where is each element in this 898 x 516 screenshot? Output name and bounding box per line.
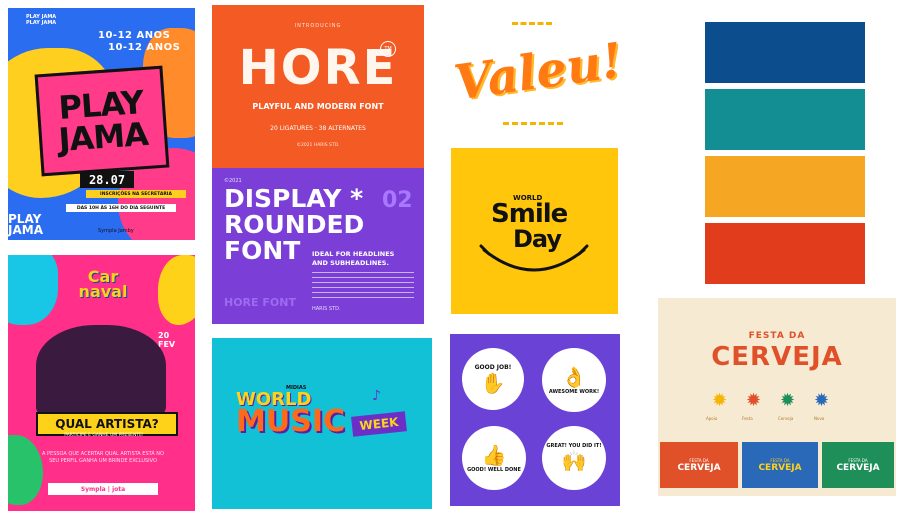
- smile-curve-icon: [479, 244, 589, 272]
- valeu-word: Valeu!: [450, 32, 618, 112]
- leaf-yellow: [158, 255, 195, 325]
- thumbs-up-icon: 👍: [481, 443, 507, 467]
- valeu-lettering[interactable]: Valeu!: [448, 14, 618, 134]
- carnaval-sub: PARTICIPE E GANHE UM PRESENTE!: [64, 433, 144, 438]
- hands-icon: ✋: [480, 370, 506, 395]
- badge-label-0: Apoio: [706, 416, 718, 421]
- badge-label-1: Festa: [742, 416, 753, 421]
- display-title-3: FONT: [224, 236, 301, 265]
- cerveja-branding[interactable]: FESTA DA CERVEJA ✹ ✹ ✹ ✹ Apoio Festa Cer…: [658, 298, 896, 496]
- swatch-yellow: [705, 156, 865, 217]
- carnaval-desc: A PESSOA QUE ACERTAR QUAL ARTISTA ESTÁ N…: [42, 451, 164, 464]
- tm-mark: TM: [380, 41, 396, 57]
- display-title-1: DISPLAY *: [224, 184, 364, 213]
- carnaval-date: 20 FEV: [158, 331, 176, 349]
- sticker-awesome[interactable]: 👌 AWESOME WORK!: [542, 348, 606, 412]
- age-line-1: 10-12 ANOS: [98, 30, 171, 41]
- sticker-good-job[interactable]: GOOD JOB! ✋: [462, 348, 524, 410]
- cerveja-festa: FESTA DA: [748, 331, 806, 341]
- badge-blue-icon: ✹: [814, 390, 830, 411]
- display-author: HARIS STD.: [312, 306, 341, 312]
- title-jama: JAMA: [57, 114, 149, 160]
- footer-logos: Sympla Jamby: [98, 228, 134, 234]
- artist-silhouette: [36, 325, 166, 415]
- music-week-poster[interactable]: MIDIAS WORLD MUSIC WEEK ♪: [212, 338, 432, 509]
- display-title-2: ROUNDED: [224, 210, 365, 239]
- display-desc-1: IDEAL FOR HEADLINES: [312, 250, 395, 258]
- date-box: 28.07: [80, 171, 134, 188]
- badge-labels: Apoio Festa Cerveja Nova: [702, 416, 862, 426]
- display-body-lines: [312, 272, 414, 298]
- badge-label-2: Cerveja: [778, 416, 794, 421]
- hore-copyright: ©2021 HARIS STD.: [296, 143, 340, 148]
- mini-card-green: FESTA DA CERVEJA: [822, 442, 894, 488]
- badge-green-icon: ✹: [780, 390, 796, 411]
- display-desc-2: AND SUBHEADLINES.: [312, 259, 389, 267]
- hore-font-poster[interactable]: INTRODUCING HORE TM PLAYFUL AND MODERN F…: [212, 5, 424, 168]
- display-font-poster[interactable]: ©2021 DISPLAY * ROUNDED FONT 02 IDEAL FO…: [212, 168, 424, 324]
- sticker-great[interactable]: GREAT! YOU DID IT! 🙌: [542, 426, 606, 490]
- smile-day-poster[interactable]: WORLD Smile Day: [451, 148, 618, 314]
- hore-specs: 20 LIGATURES · 38 ALTERNATES: [270, 125, 366, 132]
- hore-subtitle: PLAYFUL AND MODERN FONT: [252, 102, 384, 111]
- music-week: WEEK: [351, 411, 407, 437]
- intro-label: INTRODUCING: [294, 23, 342, 29]
- badge-label-3: Nova: [814, 416, 825, 421]
- high-five-icon: 🙌: [561, 449, 587, 473]
- tag: INSCRIÇÕES NA SECRETARIA: [86, 190, 186, 198]
- note: DAS 10H ÀS 16H DO DIA SEGUINTE: [66, 204, 176, 212]
- badge-orange-icon: ✹: [746, 390, 762, 411]
- valeu-underline: [503, 116, 563, 125]
- stickers-sheet[interactable]: GOOD JOB! ✋ 👌 AWESOME WORK! 👍 GOOD! WELL…: [450, 334, 620, 506]
- ok-hand-icon: 👌: [561, 365, 587, 389]
- carnaval-title: Car naval: [78, 267, 128, 301]
- smile-word: Smile: [491, 199, 568, 229]
- sticker-awesome-label: AWESOME WORK!: [548, 389, 600, 395]
- play-jama-poster[interactable]: PLAY JAMA PLAY JAMA 10-12 ANOS 10-12 ANO…: [8, 8, 195, 240]
- mini-card-blue: FESTA DA CERVEJA: [742, 442, 818, 488]
- carnaval-poster[interactable]: Car naval 20 FEV QUAL ARTISTA? PARTICIPE…: [8, 255, 195, 511]
- swatch-teal: [705, 89, 865, 150]
- swatch-red: [705, 223, 865, 284]
- sticker-good-job-label: GOOD JOB!: [474, 363, 512, 371]
- display-footer: HORE FONT: [224, 296, 296, 309]
- sticker-well-done[interactable]: 👍 GOOD! WELL DONE: [462, 426, 526, 490]
- mini-card-green-title: CERVEJA: [836, 462, 880, 473]
- cerveja-title: CERVEJA: [711, 342, 843, 372]
- music-note-icon: ♪: [372, 388, 381, 404]
- color-palette[interactable]: [705, 22, 865, 284]
- age-line-2: 10-12 ANOS: [108, 42, 181, 53]
- mini-card-orange-title: CERVEJA: [677, 462, 721, 473]
- swatch-blue: [705, 22, 865, 83]
- carnaval-brand: Sympla | jota: [48, 483, 158, 495]
- valeu-rays: [512, 22, 552, 37]
- leaf-cyan: [8, 255, 58, 325]
- mini-card-orange: FESTA DA CERVEJA: [660, 442, 738, 488]
- leaf-green: [8, 435, 43, 505]
- title-card: PLAY JAMA: [34, 65, 170, 177]
- display-number: 02: [382, 188, 413, 213]
- mini-card-blue-title: CERVEJA: [758, 462, 802, 473]
- badge-yellow-icon: ✹: [712, 390, 728, 411]
- sticker-well-done-label: GOOD! WELL DONE: [467, 467, 521, 473]
- brand-left: PLAY JAMA: [8, 212, 43, 237]
- header-left: PLAY JAMA PLAY JAMA: [26, 14, 57, 26]
- music-word: MUSIC: [236, 404, 345, 439]
